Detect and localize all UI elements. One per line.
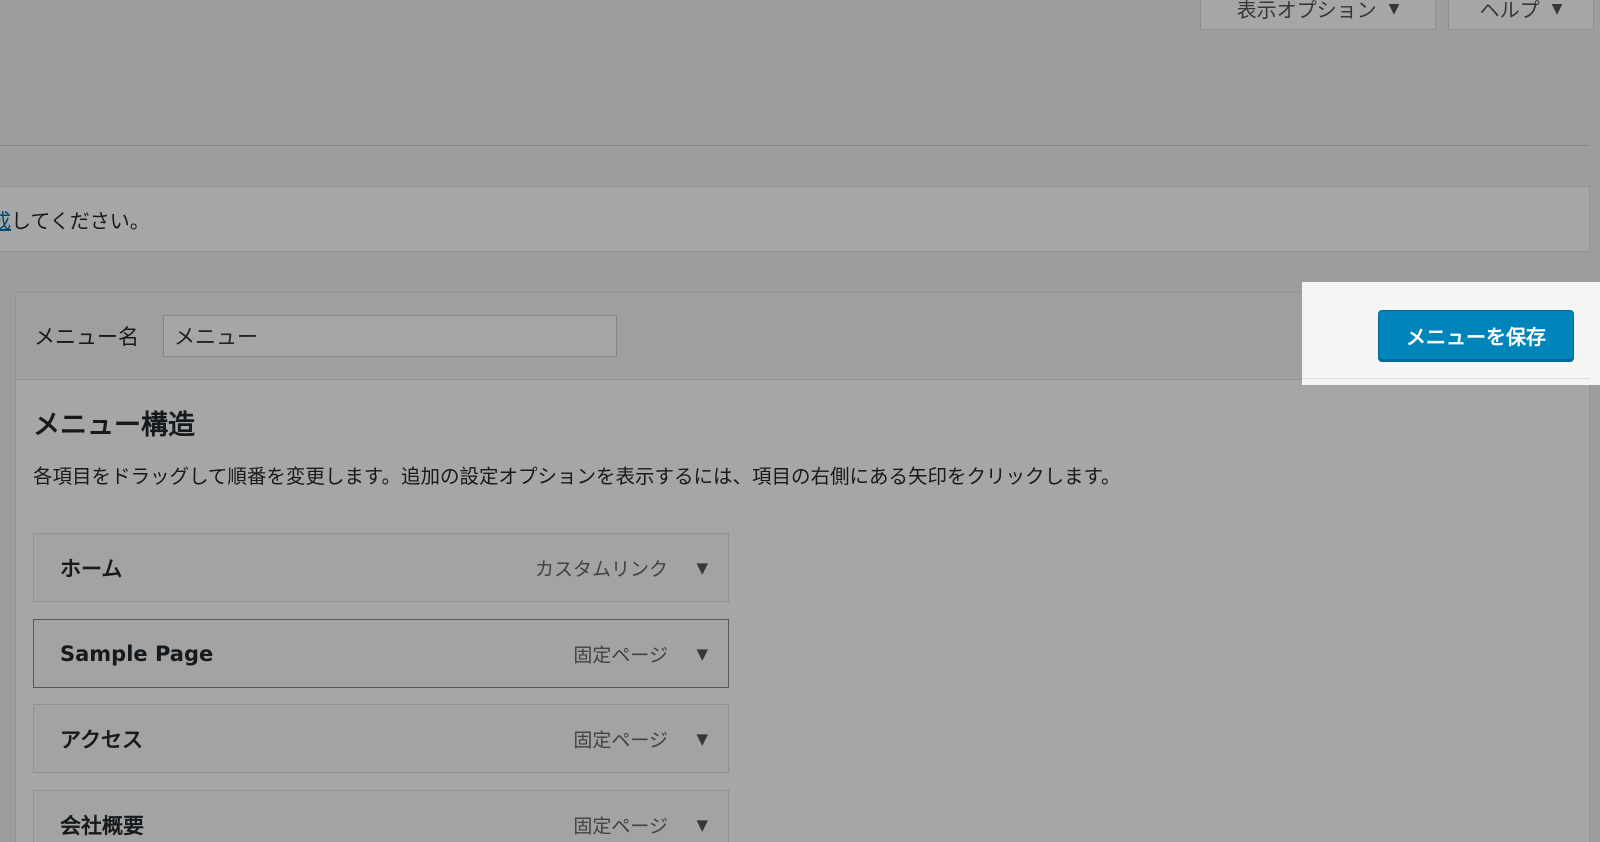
- chevron-down-icon[interactable]: ▼: [696, 730, 708, 748]
- menu-item-title: ホーム: [60, 556, 123, 581]
- notice-box: 成 してください。: [0, 186, 1590, 252]
- notice-text: してください。: [11, 208, 150, 233]
- help-tab[interactable]: ヘルプ ▼: [1448, 0, 1594, 30]
- menu-name-label: メニュー名: [34, 325, 139, 349]
- menu-item[interactable]: ホーム カスタムリンク ▼: [33, 533, 729, 602]
- header-divider: [1302, 378, 1590, 379]
- save-menu-button[interactable]: メニューを保存: [1378, 310, 1574, 360]
- header-divider: [0, 145, 1590, 146]
- menus-page: 表示オプション ▼ ヘルプ ▼ 成 してください。 メニュー名 メニュー構造 各…: [0, 0, 1600, 842]
- chevron-down-icon[interactable]: ▼: [696, 559, 708, 577]
- menu-item-type: 固定ページ: [573, 729, 668, 751]
- menu-item-title: Sample Page: [60, 641, 214, 666]
- notice-link[interactable]: 成: [0, 205, 11, 234]
- save-button-highlight: メニューを保存: [1302, 282, 1600, 385]
- chevron-down-icon[interactable]: ▼: [696, 816, 708, 834]
- help-label: ヘルプ: [1479, 0, 1540, 22]
- menu-item-title: 会社概要: [60, 813, 144, 838]
- chevron-down-icon[interactable]: ▼: [696, 645, 708, 663]
- display-options-label: 表示オプション: [1236, 0, 1377, 22]
- menu-item[interactable]: Sample Page 固定ページ ▼: [33, 619, 729, 688]
- menu-structure-description: 各項目をドラッグして順番を変更します。追加の設定オプションを表示するには、項目の…: [33, 465, 1121, 488]
- menu-item-type: 固定ページ: [573, 644, 668, 666]
- chevron-down-icon: ▼: [1388, 0, 1400, 17]
- display-options-tab[interactable]: 表示オプション ▼: [1200, 0, 1436, 30]
- chevron-down-icon: ▼: [1551, 0, 1563, 17]
- menu-item-type: カスタムリンク: [534, 558, 668, 580]
- menu-item-type: 固定ページ: [573, 815, 668, 837]
- menu-name-input[interactable]: [163, 315, 617, 357]
- menu-item-title: アクセス: [60, 727, 143, 752]
- menu-structure-title: メニュー構造: [33, 410, 195, 441]
- menu-item[interactable]: 会社概要 固定ページ ▼: [33, 790, 729, 842]
- menu-item[interactable]: アクセス 固定ページ ▼: [33, 704, 729, 773]
